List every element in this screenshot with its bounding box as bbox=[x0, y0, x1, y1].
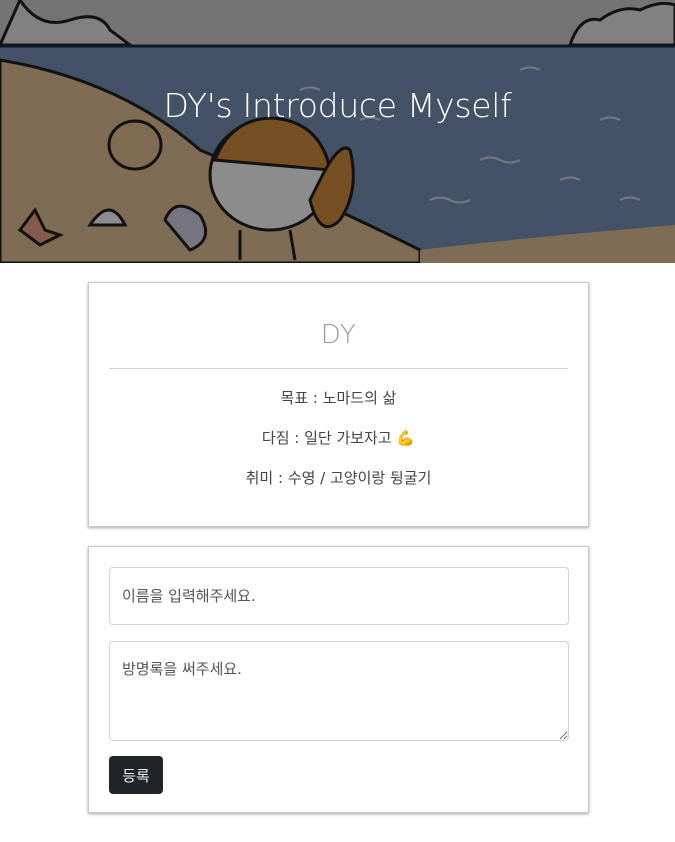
beach-illustration bbox=[0, 0, 675, 263]
hero-banner: DY's Introduce Myself bbox=[0, 0, 675, 263]
guestbook-form: 등록 bbox=[88, 546, 589, 813]
divider bbox=[109, 368, 568, 369]
profile-name: DY bbox=[320, 320, 357, 350]
page-title: DY's Introduce Myself bbox=[163, 86, 512, 125]
submit-button[interactable]: 등록 bbox=[109, 756, 163, 794]
comment-textarea[interactable] bbox=[109, 641, 569, 741]
profile-goal: 목표 : 노마드의 삶 bbox=[280, 389, 397, 407]
profile-hobby: 취미 : 수영 / 고양이랑 뒹굴기 bbox=[245, 469, 432, 487]
name-input[interactable] bbox=[109, 567, 569, 625]
profile-resolution: 다짐 : 일단 가보자고 💪 bbox=[261, 429, 416, 447]
profile-card: DY 목표 : 노마드의 삶 다짐 : 일단 가보자고 💪 취미 : 수영 / … bbox=[88, 282, 589, 527]
